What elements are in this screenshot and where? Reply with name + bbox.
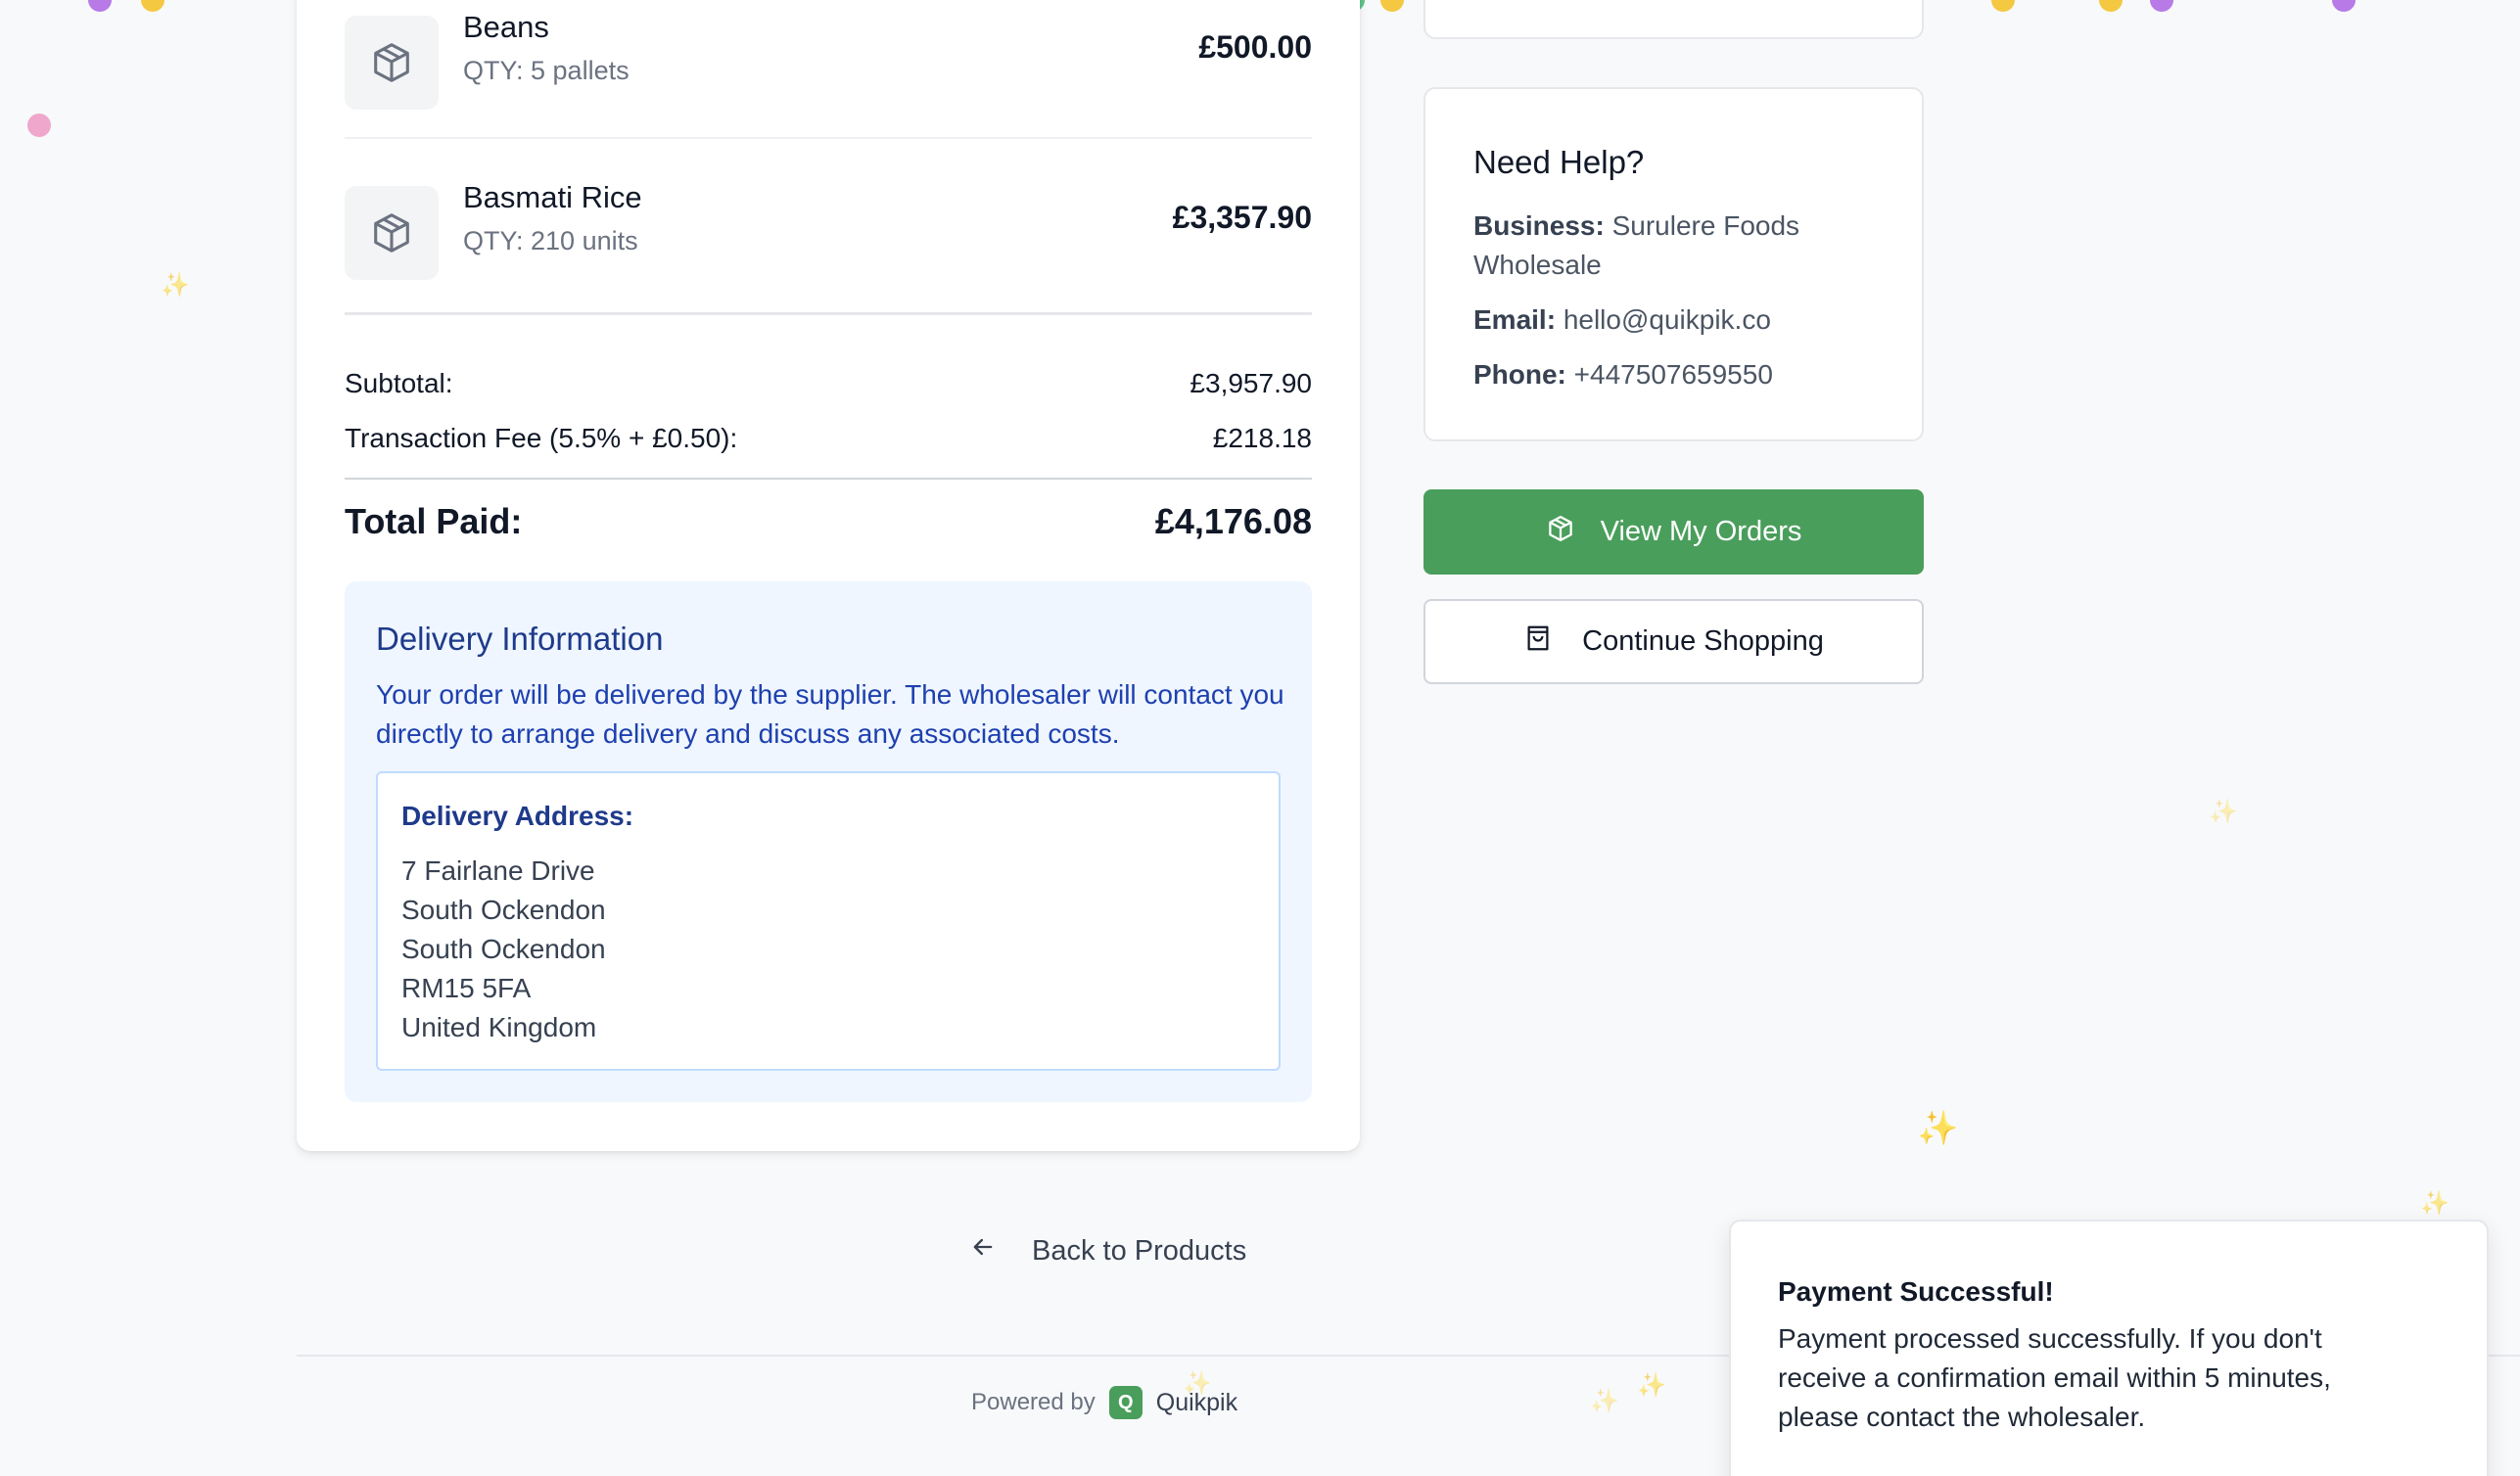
continue-shopping-button[interactable]: Continue Shopping xyxy=(1423,599,1924,684)
sparkle-icon: ✨ xyxy=(2420,1190,2450,1217)
quikpik-logo-icon: Q xyxy=(1108,1386,1143,1419)
delivery-information-panel: Delivery Information Your order will be … xyxy=(345,581,1312,1102)
phone-value[interactable]: +447507659550 xyxy=(1574,359,1773,390)
arrow-left-icon xyxy=(969,1233,997,1268)
delivery-title: Delivery Information xyxy=(376,621,664,657)
address-line: 7 Fairlane Drive xyxy=(401,855,595,886)
total-label: Total Paid: xyxy=(345,501,523,541)
toast-message: Payment processed successfully. If you d… xyxy=(1778,1323,2331,1432)
order-details-card: Beans QTY: 5 pallets £500.00 Basmati Ric… xyxy=(297,0,1360,1151)
sparkle-icon: ✨ xyxy=(2209,799,2238,825)
subtotal-row: Subtotal: £3,957.90 xyxy=(345,368,1312,399)
package-icon xyxy=(1546,514,1575,551)
toast-title: Payment Successful! xyxy=(1778,1276,2054,1307)
confetti-dot xyxy=(2332,0,2356,12)
transaction-fee-label: Transaction Fee (5.5% + £0.50): xyxy=(345,423,738,453)
transaction-fee-value: £218.18 xyxy=(1212,423,1312,453)
business-label: Business: xyxy=(1473,210,1605,241)
continue-shopping-label: Continue Shopping xyxy=(1582,625,1824,657)
address-line: South Ockendon xyxy=(401,895,606,925)
delivery-address-label: Delivery Address: xyxy=(401,801,634,831)
confetti-dot xyxy=(2150,0,2173,12)
sparkle-icon: ✨ xyxy=(1637,1372,1666,1399)
order-summary-card-edge xyxy=(1423,0,1924,39)
email-value[interactable]: hello@quikpik.co xyxy=(1563,304,1771,335)
payment-success-toast[interactable]: Payment Successful! Payment processed su… xyxy=(1729,1220,2489,1476)
divider xyxy=(345,478,1312,480)
brand-name[interactable]: Quikpik xyxy=(1156,1389,1237,1417)
transaction-fee-row: Transaction Fee (5.5% + £0.50): £218.18 xyxy=(345,423,1312,454)
total-value: £4,176.08 xyxy=(1154,501,1312,541)
order-item: Basmati Rice QTY: 210 units £3,357.90 xyxy=(345,139,1312,315)
item-quantity: QTY: 210 units xyxy=(463,226,638,255)
order-item: Beans QTY: 5 pallets £500.00 xyxy=(345,0,1312,139)
confetti-dot xyxy=(2099,0,2123,12)
view-my-orders-label: View My Orders xyxy=(1600,516,1802,547)
confetti-dot xyxy=(1380,0,1404,12)
address-line: RM15 5FA xyxy=(401,973,532,1003)
delivery-address-box: Delivery Address: 7 Fairlane Drive South… xyxy=(376,771,1281,1071)
item-name: Beans xyxy=(463,10,549,44)
subtotal-value: £3,957.90 xyxy=(1190,368,1312,398)
total-row: Total Paid: £4,176.08 xyxy=(345,501,1312,542)
phone-label: Phone: xyxy=(1473,359,1566,390)
sparkle-icon: ✨ xyxy=(1590,1388,1619,1414)
address-line: South Ockendon xyxy=(401,934,606,964)
help-phone: Phone: +447507659550 xyxy=(1473,355,1904,394)
delivery-description: Your order will be delivered by the supp… xyxy=(376,679,1284,749)
help-email: Email: hello@quikpik.co xyxy=(1473,300,1904,340)
back-to-products-link[interactable]: Back to Products xyxy=(969,1233,1246,1268)
item-price: £3,357.90 xyxy=(1172,200,1312,235)
confetti-dot xyxy=(1991,0,2015,12)
subtotal-label: Subtotal: xyxy=(345,368,453,398)
sparkle-icon: ✨ xyxy=(1917,1110,1959,1147)
shopping-bag-icon xyxy=(1523,623,1553,661)
footer: Powered by Q Quikpik xyxy=(971,1386,1237,1419)
item-price: £500.00 xyxy=(1198,29,1312,65)
email-label: Email: xyxy=(1473,304,1557,335)
item-quantity: QTY: 5 pallets xyxy=(463,56,630,85)
back-to-products-label: Back to Products xyxy=(1032,1234,1247,1267)
view-my-orders-button[interactable]: View My Orders xyxy=(1423,489,1924,575)
confetti-dot xyxy=(141,0,164,12)
confetti-dot xyxy=(27,114,51,137)
sparkle-icon: ✨ xyxy=(161,272,190,299)
item-name: Basmati Rice xyxy=(463,180,642,214)
package-icon xyxy=(345,186,439,280)
powered-by-text: Powered by xyxy=(971,1389,1096,1415)
package-icon xyxy=(345,16,439,110)
help-business: Business: Surulere Foods Wholesale xyxy=(1473,207,1904,285)
confetti-dot xyxy=(88,0,112,12)
help-title: Need Help? xyxy=(1473,144,1645,180)
need-help-card: Need Help? Business: Surulere Foods Whol… xyxy=(1423,87,1924,441)
address-line: United Kingdom xyxy=(401,1012,597,1042)
